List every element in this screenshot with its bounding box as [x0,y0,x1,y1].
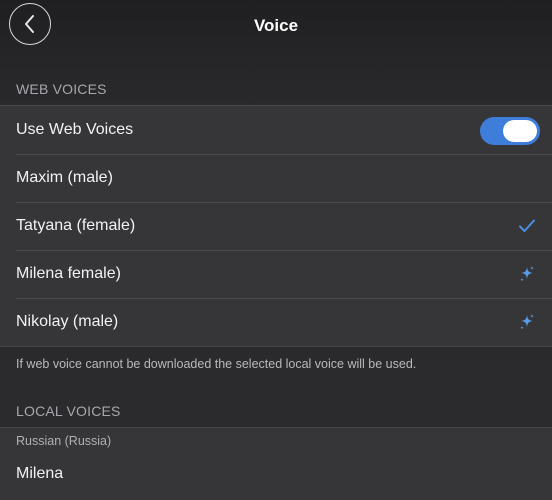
voice-row-maxim[interactable]: Maxim (male) [0,154,552,202]
voice-label: Milena female) [16,265,121,282]
web-voices-group: Use Web Voices Maxim (male) Tatyana (fem… [0,105,552,347]
voice-row-milena-web[interactable]: Milena female) [0,250,552,298]
navigation-bar: Voice [0,0,552,52]
voice-label: Nikolay (male) [16,313,119,330]
use-web-voices-toggle[interactable] [480,117,540,145]
voice-row-tatyana[interactable]: Tatyana (female) [0,202,552,250]
page-title: Voice [253,16,299,35]
voice-label: Milena [16,465,64,482]
voice-settings-screen: Voice WEB VOICES Use Web Voices Maxim (m… [0,0,552,500]
sparkle-icon [518,265,536,283]
language-subheader: Russian (Russia) [16,434,112,448]
toggle-knob [503,120,537,142]
checkmark-icon [518,217,536,235]
use-web-voices-row: Use Web Voices [0,106,552,154]
use-web-voices-label: Use Web Voices [16,121,134,138]
voice-label: Maxim (male) [16,169,113,186]
voice-row-nikolay[interactable]: Nikolay (male) [0,298,552,346]
web-voices-footer-note: If web voice cannot be downloaded the se… [16,357,417,371]
sparkle-icon [518,313,536,331]
local-voice-row-milena[interactable]: Milena [0,450,552,498]
voice-label: Tatyana (female) [16,217,136,234]
web-voices-header: WEB VOICES [16,81,107,97]
local-voices-header: LOCAL VOICES [16,403,121,419]
